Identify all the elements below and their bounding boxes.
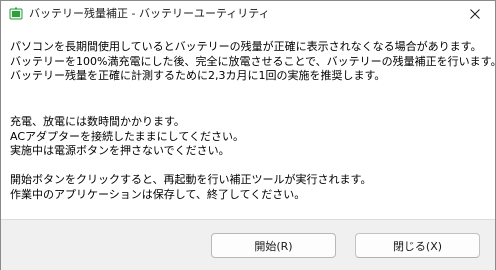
message-paragraph-instructions: 開始ボタンをクリックすると、再起動を行い補正ツールが実行されます。 作業中のアプ…	[10, 173, 371, 202]
title-bar[interactable]: バッテリー残量補正 - バッテリーユーティリティ	[1, 1, 495, 27]
button-bar: 開始(R) 閉じる(X)	[1, 219, 495, 270]
start-button[interactable]: 開始(R)	[211, 233, 336, 258]
close-window-button[interactable]	[455, 1, 495, 27]
dialog-window: バッテリー残量補正 - バッテリーユーティリティ パソコンを長期間使用していると…	[0, 0, 496, 270]
close-button[interactable]: 閉じる(X)	[355, 233, 480, 258]
message-line: バッテリーを100%満充電にした後、完全に放電させることで、バッテリーの残量補正…	[10, 54, 496, 68]
battery-app-icon	[9, 7, 23, 20]
close-button-label: 閉じる(X)	[392, 239, 443, 253]
message-paragraph-warnings: 充電、放電には数時間かかります。 ACアダプターを接続したままにしてください。 …	[10, 115, 244, 159]
message-line: 開始ボタンをクリックすると、再起動を行い補正ツールが実行されます。	[10, 173, 372, 186]
message-paragraph-intro: パソコンを長期間使用しているとバッテリーの残量が正確に表示されなくなる場合があり…	[10, 40, 496, 84]
message-line: 作業中のアプリケーションは保存して、終了してください。	[10, 187, 306, 201]
message-line: 実施中は電源ボタンを押さないでください。	[10, 144, 230, 157]
message-area: パソコンを長期間使用しているとバッテリーの残量が正確に表示されなくなる場合があり…	[1, 28, 496, 218]
message-line: 充電、放電には数時間かかります。	[10, 115, 185, 128]
window-title: バッテリー残量補正 - バッテリーユーティリティ	[29, 7, 270, 20]
message-line: バッテリー残量を正確に計測するために2,3カ月に1回の実施を推奨します。	[10, 69, 386, 82]
start-button-label: 開始(R)	[254, 239, 293, 253]
message-line: ACアダプターを接続したままにしてください。	[10, 129, 245, 143]
message-line: パソコンを長期間使用しているとバッテリーの残量が正確に表示されなくなる場合があり…	[10, 40, 482, 53]
close-icon	[470, 9, 480, 19]
